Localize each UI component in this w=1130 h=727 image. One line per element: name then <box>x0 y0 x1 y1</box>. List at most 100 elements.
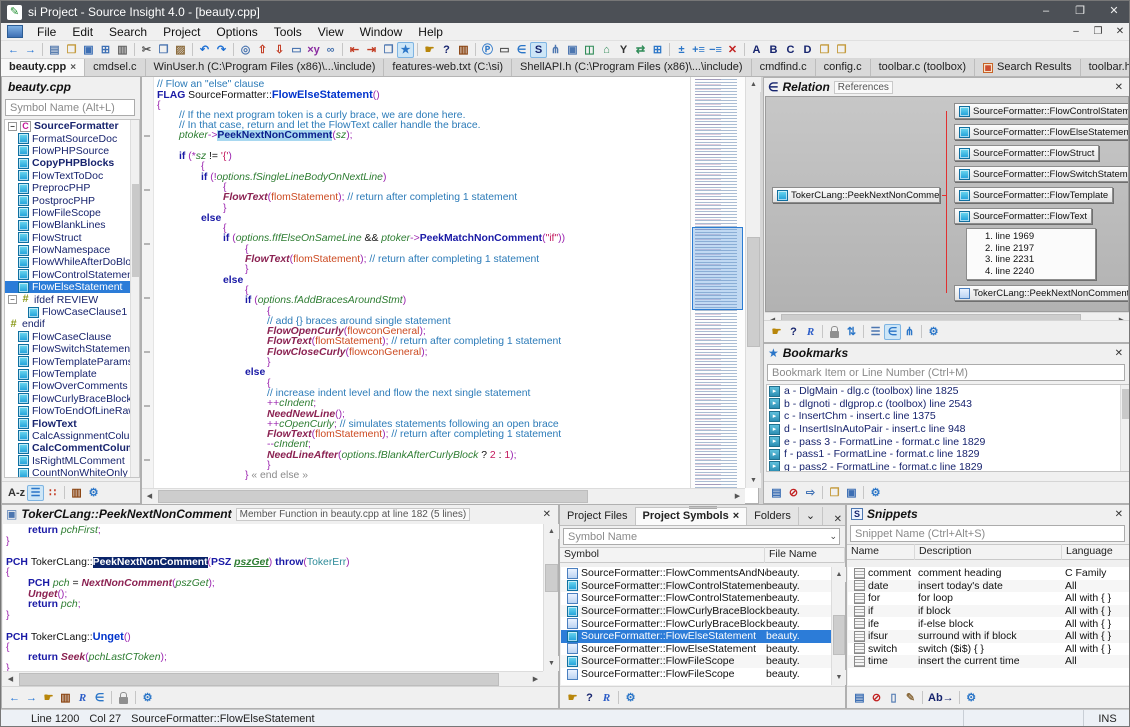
back-icon[interactable]: ← <box>6 690 23 706</box>
chevron-down-icon[interactable]: ⌄ <box>829 531 837 542</box>
help-hand-icon[interactable]: ☛ <box>564 690 581 706</box>
snippet-row[interactable]: ifsursurround with if blockAll with { } <box>848 630 1130 643</box>
documentation-icon[interactable]: ▥ <box>68 485 85 501</box>
relation-root-node[interactable]: TokerCLang::PeekNextNonComment <box>772 187 940 203</box>
editor-code[interactable]: // Flow an "else" clauseFLAG SourceForma… <box>154 78 690 488</box>
project-symbol-row[interactable]: SourceFormatter::FlowElseStatementbeauty… <box>561 630 831 643</box>
close-icon[interactable]: ✕ <box>1112 509 1126 520</box>
reference-tool-icon[interactable]: R <box>598 690 615 706</box>
bookmark-item[interactable]: ▸f - pass1 - FormatLine - format.c line … <box>767 448 1129 461</box>
symbol-item[interactable]: FlowElseStatement <box>5 281 139 293</box>
menu-tools[interactable]: Tools <box>266 25 310 39</box>
relation-node[interactable]: SourceFormatter::FlowText <box>954 208 1092 224</box>
context-help-icon[interactable]: ? <box>581 690 598 706</box>
close-icon[interactable]: ✕ <box>831 514 845 525</box>
context-vertical-scrollbar[interactable]: ▲ ▼ <box>543 524 558 671</box>
activate-window-icon[interactable]: ❒ <box>380 42 397 58</box>
menu-file[interactable]: File <box>29 25 64 39</box>
style-a-icon[interactable]: A <box>748 42 765 58</box>
mdi-close-button[interactable]: ✕ <box>1109 26 1130 37</box>
symbol-item[interactable]: FlowNamespace <box>5 244 139 256</box>
symbol-item[interactable]: FlowCaseClause1 <box>5 306 139 318</box>
tree-expander-icon[interactable]: − <box>8 122 17 131</box>
help-hand-icon[interactable]: ☛ <box>421 42 438 58</box>
settings-gear-icon[interactable]: ⚙ <box>139 690 156 706</box>
relation-graph[interactable]: TokerCLang::PeekNextNonCommentSourceForm… <box>765 96 1129 312</box>
project-symbol-row[interactable]: SourceFormatter::FlowCommentsAndNewLineb… <box>561 567 831 580</box>
relation-node[interactable]: SourceFormatter::FlowStruct <box>954 145 1099 161</box>
search-files-icon[interactable]: ▭ <box>288 42 305 58</box>
symbol-item[interactable]: FlowCurlyBraceBlock <box>5 393 139 405</box>
rename-snippet-icon[interactable]: Ab→ <box>926 690 956 706</box>
token-search-icon[interactable]: ×y <box>305 42 322 58</box>
symbol-item[interactable]: PostprocPHP <box>5 194 139 206</box>
settings-gear-icon[interactable]: ⚙ <box>85 485 102 501</box>
panel-tab-project-symbols[interactable]: Project Symbols× <box>636 507 748 525</box>
context-window-icon[interactable]: ▣ <box>564 42 581 58</box>
symbol-item[interactable]: FlowControlStatement <box>5 269 139 281</box>
style-b-icon[interactable]: B <box>765 42 782 58</box>
maximize-button[interactable]: ❐ <box>1063 1 1097 23</box>
file-tab-toolbar.h[interactable]: toolbar.h (toolbox) <box>1081 59 1130 76</box>
reference-line-item[interactable]: 2. line 2197 <box>985 243 1095 255</box>
symbol-item[interactable]: FlowTemplateParams <box>5 355 139 367</box>
filter-icon[interactable]: Y <box>615 42 632 58</box>
minimap-viewport[interactable] <box>692 227 743 310</box>
bookmark-list-scrollbar[interactable] <box>1120 385 1129 471</box>
bookmark-item[interactable]: ▸d - InsertIsInAutoPair - insert.c line … <box>767 423 1129 436</box>
context-horizontal-scrollbar[interactable]: ◀ ▶ <box>3 671 543 687</box>
home-icon[interactable]: ⌂ <box>598 42 615 58</box>
symbol-list-scrollbar[interactable] <box>130 120 139 477</box>
open-file-icon[interactable]: ❒ <box>63 42 80 58</box>
file-tab-config.c[interactable]: config.c <box>816 59 871 76</box>
scroll-right-arrow[interactable]: ▶ <box>730 489 745 504</box>
symbol-item[interactable]: IsRightMLComment <box>5 455 139 467</box>
back-icon[interactable]: ← <box>5 42 22 58</box>
scroll-down-arrow[interactable]: ▼ <box>832 670 846 685</box>
context-help-icon[interactable]: ? <box>438 42 455 58</box>
paste-icon[interactable]: ▨ <box>172 42 189 58</box>
scroll-up-arrow[interactable]: ▲ <box>746 77 761 92</box>
relation-window-icon[interactable]: ∈ <box>91 690 108 706</box>
forward-icon[interactable]: → <box>23 690 40 706</box>
project-symbol-row[interactable]: SourceFormatter::FlowElseStatementbeauty… <box>561 643 831 656</box>
menu-project[interactable]: Project <box>155 25 208 39</box>
reference-down-icon[interactable]: ⇩ <box>271 42 288 58</box>
snippet-row[interactable]: ifeif-else blockAll with { } <box>848 617 1130 630</box>
relation-node[interactable]: SourceFormatter::FlowElseStatement <box>954 124 1129 140</box>
snippet-row[interactable]: timeinsert the current timeAll <box>848 655 1130 668</box>
new-snippet-icon[interactable]: ▤ <box>851 690 868 706</box>
source-link-icon[interactable]: ◫ <box>581 42 598 58</box>
grid-view-icon[interactable]: ⊞ <box>649 42 666 58</box>
scroll-right-arrow[interactable]: ▶ <box>528 672 543 687</box>
documentation-icon[interactable]: ▥ <box>455 42 472 58</box>
project-symbol-row[interactable]: SourceFormatter::FlowFileScopebeauty. <box>561 668 831 681</box>
menu-search[interactable]: Search <box>101 25 155 39</box>
symbol-item[interactable]: FlowWhileAfterDoBlock <box>5 256 139 268</box>
symbol-item[interactable]: PreprocPHP <box>5 182 139 194</box>
vertical-graph-view-icon[interactable]: ⋔ <box>901 324 918 340</box>
project-symbol-row[interactable]: SourceFormatter::FlowControlStatementbea… <box>561 580 831 593</box>
bookmark-item[interactable]: ▸g - pass2 - FormatLine - format.c line … <box>767 461 1129 472</box>
tab-overflow-chevron[interactable]: ⌄ <box>799 507 823 525</box>
project-symbol-row[interactable]: SourceFormatter::FlowCurlyBraceBlockbeau… <box>561 617 831 630</box>
browse-project-icon[interactable]: ∞ <box>322 42 339 58</box>
symbol-item[interactable]: CountNonWhiteOnly <box>5 467 139 478</box>
open-bookmarks-icon[interactable]: ❒ <box>826 485 843 501</box>
copy-icon[interactable]: ❐ <box>155 42 172 58</box>
menu-edit[interactable]: Edit <box>64 25 101 39</box>
horizontal-graph-view-icon[interactable]: ∈ <box>884 324 901 340</box>
project-table-header[interactable]: Symbol File Name <box>560 547 845 563</box>
tab-close-icon[interactable]: × <box>733 508 739 525</box>
print-icon[interactable]: ▥ <box>114 42 131 58</box>
bookmarks-icon[interactable]: ★ <box>397 42 414 58</box>
forward-icon[interactable]: → <box>22 42 39 58</box>
context-code[interactable]: return pchFirst;}PCH TokerCLang::PeekNex… <box>3 524 543 671</box>
panel-tab-folders[interactable]: Folders <box>747 507 799 525</box>
file-tab-cmdfind.c[interactable]: cmdfind.c <box>752 59 816 76</box>
save-all-icon[interactable]: ⊞ <box>97 42 114 58</box>
call-graph-icon[interactable]: ⋔ <box>547 42 564 58</box>
delete-lines-icon[interactable]: ✕ <box>724 42 741 58</box>
snippet-row[interactable]: ifif blockAll with { } <box>848 605 1130 618</box>
close-icon[interactable]: ✕ <box>540 509 554 520</box>
